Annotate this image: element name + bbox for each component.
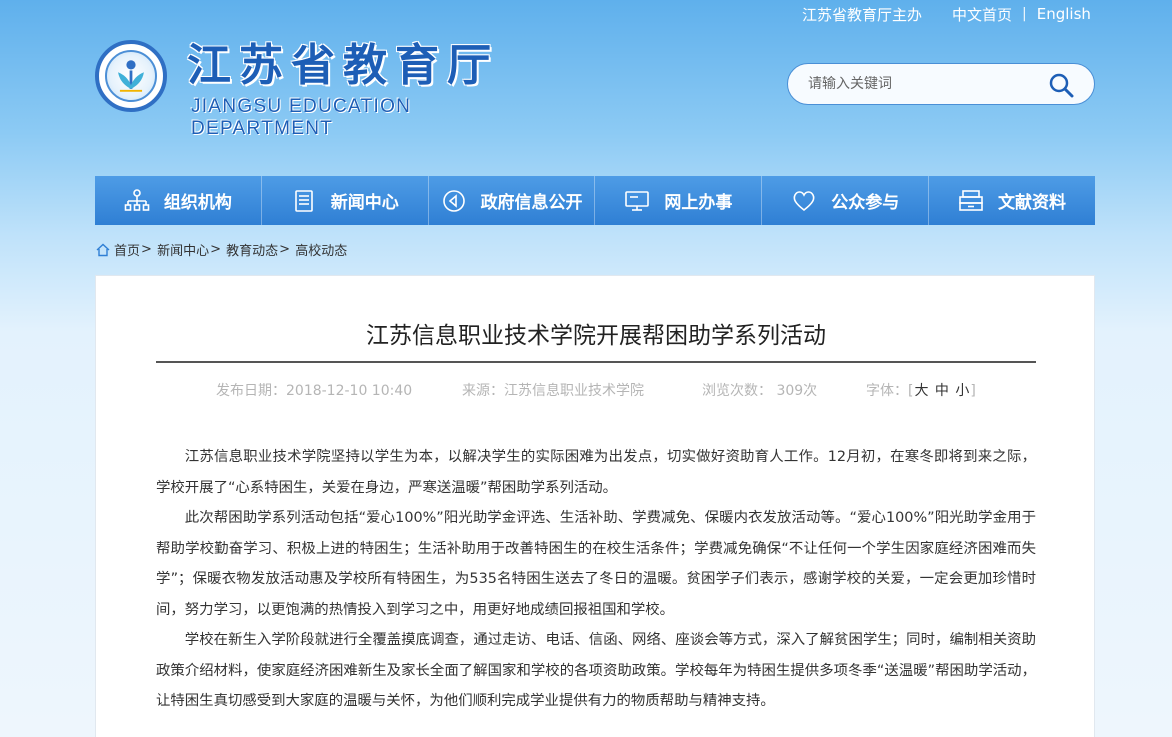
top-links: 江苏省教育厅主办 中文首页 | English: [802, 4, 1091, 24]
nav-item-news[interactable]: 新闻中心: [262, 176, 429, 225]
nav-item-gov-info[interactable]: 政府信息公开: [429, 176, 596, 225]
article-title: 江苏信息职业技术学院开展帮困助学系列活动: [366, 323, 826, 349]
main-nav: 组织机构 新闻中心 政府信息公开 网上办事 公众参与 文献资料: [95, 176, 1095, 225]
nav-label: 政府信息公开: [480, 193, 583, 213]
breadcrumb-education-news[interactable]: 教育动态: [226, 240, 278, 259]
nav-label: 网上办事: [664, 193, 733, 213]
breadcrumb-news-center[interactable]: 新闻中心: [157, 240, 209, 259]
publish-date: 发布日期：2018-12-10 10:40: [216, 383, 413, 399]
breadcrumb-home[interactable]: 首页: [114, 240, 140, 259]
gov-info-icon: [442, 189, 465, 212]
home-icon: [96, 243, 110, 256]
heart-icon: [793, 190, 815, 211]
font-medium-button[interactable]: 中: [935, 383, 949, 399]
site-logo[interactable]: 江苏省教育厅 JIANGSU EDUCATION DEPARTMENT: [95, 38, 555, 139]
archive-icon: [959, 189, 983, 211]
font-large-button[interactable]: 大: [914, 383, 928, 399]
paragraph: 此次帮困助学系列活动包括“爱心100%”阳光助学金评选、生活补助、学费减免、保暖…: [156, 510, 1036, 618]
nav-label: 组织机构: [163, 193, 232, 213]
search-box: [787, 63, 1095, 105]
emblem-icon: [95, 40, 167, 112]
title-divider: [156, 361, 1036, 363]
host-link[interactable]: 江苏省教育厅主办: [802, 4, 922, 25]
paragraph: 江苏信息职业技术学院坚持以学生为本，以解决学生的实际困难为出发点，切实做好资助育…: [156, 449, 1036, 496]
paragraph: 学校在新生入学阶段就进行全覆盖摸底调查，通过走访、电话、信函、网络、座谈会等方式…: [156, 632, 1036, 709]
article-meta: 发布日期：2018-12-10 10:40 来源：江苏信息职业技术学院 浏览次数…: [156, 380, 1036, 400]
english-link[interactable]: English: [1037, 5, 1091, 23]
news-icon: [294, 189, 313, 212]
nav-label: 文献资料: [998, 193, 1067, 213]
breadcrumb-university-news[interactable]: 高校动态: [295, 240, 347, 259]
link-separator: |: [1022, 6, 1027, 22]
nav-item-online-service[interactable]: 网上办事: [595, 176, 763, 225]
site-subtitle: JIANGSU EDUCATION DEPARTMENT: [191, 96, 412, 139]
nav-label: 新闻中心: [330, 193, 399, 213]
nav-item-public-participation[interactable]: 公众参与: [762, 176, 930, 225]
site-title: 江苏省教育厅: [187, 40, 499, 91]
article-source: 来源：江苏信息职业技术学院: [462, 383, 644, 399]
search-input[interactable]: [808, 76, 1038, 92]
nav-item-organization[interactable]: 组织机构: [95, 176, 262, 225]
article-body: 江苏信息职业技术学院坚持以学生为本，以解决学生的实际困难为出发点，切实做好资助育…: [156, 442, 1036, 717]
nav-label: 公众参与: [831, 193, 900, 213]
org-chart-icon: [124, 188, 150, 211]
breadcrumb: 首页 > 新闻中心 > 教育动态 > 高校动态: [96, 240, 347, 259]
font-small-button[interactable]: 小: [955, 383, 969, 399]
nav-item-documents[interactable]: 文献资料: [929, 176, 1095, 225]
font-size-label: 字体：: [866, 383, 908, 399]
font-size-control: 字体：[大 中 小]: [866, 383, 976, 399]
view-count: 浏览次数： 309次: [702, 383, 818, 399]
monitor-icon: [625, 190, 650, 211]
article-container: 江苏信息职业技术学院开展帮困助学系列活动 发布日期：2018-12-10 10:…: [95, 275, 1095, 737]
search-icon[interactable]: [1048, 72, 1074, 98]
chinese-home-link[interactable]: 中文首页: [952, 4, 1012, 25]
